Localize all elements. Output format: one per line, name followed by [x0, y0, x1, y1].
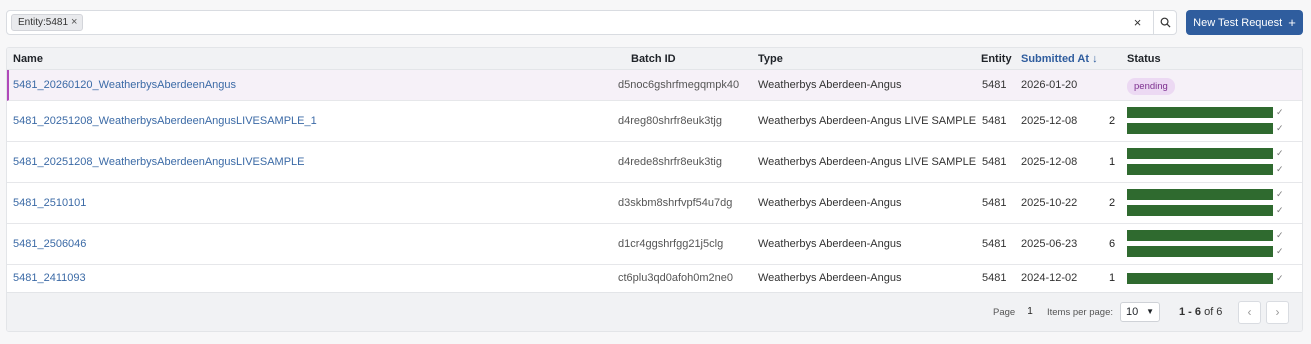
filter-bar[interactable]: Entity:5481 × ×	[6, 10, 1177, 35]
check-icon: ✓	[1276, 230, 1284, 240]
request-name-link[interactable]: 5481_20260120_WeatherbysAberdeenAngus	[13, 79, 236, 91]
entity-cell: 5481	[982, 79, 1007, 91]
clear-filter-button[interactable]: ×	[1129, 14, 1146, 31]
table-body: 5481_20260120_WeatherbysAberdeenAngus d5n…	[7, 70, 1302, 293]
previous-page-button[interactable]: ‹	[1238, 301, 1261, 324]
sample-count: 1	[1109, 272, 1116, 284]
status-progress-bar	[1127, 107, 1273, 118]
entity-cell: 5481	[982, 115, 1007, 127]
sample-count: 2	[1109, 115, 1116, 127]
entity-cell: 5481	[982, 156, 1007, 168]
page-range: 1 - 6 of 6	[1179, 306, 1222, 318]
status-badge: pending	[1127, 78, 1175, 95]
check-icon: ✓	[1276, 164, 1284, 174]
request-name-link[interactable]: 5481_20251208_WeatherbysAberdeenAngusLIV…	[13, 156, 305, 168]
batch-id-cell: d1cr4ggshrfgg21j5clg	[618, 238, 724, 250]
items-per-page-select[interactable]: 10 ▼	[1120, 302, 1160, 322]
chevron-down-icon: ▼	[1146, 307, 1154, 316]
status-progress-bar	[1127, 189, 1273, 200]
new-test-request-button[interactable]: New Test Request +	[1186, 10, 1303, 35]
table-row[interactable]: 5481_2506046 d1cr4ggshrfgg21j5clg Weatherb…	[7, 224, 1302, 265]
column-header-submitted-at[interactable]: Submitted At ↓	[1021, 53, 1098, 65]
check-icon: ✓	[1276, 205, 1284, 215]
column-header-status: Status	[1127, 53, 1161, 65]
table-row[interactable]: 5481_20251208_WeatherbysAberdeenAngusLIV…	[7, 101, 1302, 142]
status-progress-bar	[1127, 230, 1273, 241]
request-name-link[interactable]: 5481_2510101	[13, 197, 86, 209]
check-icon: ✓	[1276, 123, 1284, 133]
status-progress-bar	[1127, 246, 1273, 257]
batch-id-cell: d4rede8shrfr8euk3tig	[618, 156, 722, 168]
test-requests-table: Name Batch ID Type Entity Submitted At ↓…	[6, 47, 1303, 332]
plus-icon: +	[1288, 15, 1296, 30]
range-bold: 1 - 6	[1179, 306, 1202, 318]
submitted-at-label: Submitted At	[1021, 53, 1090, 65]
entity-cell: 5481	[982, 272, 1007, 284]
status-progress-bar	[1127, 273, 1273, 284]
chip-label: Entity:5481	[18, 17, 69, 28]
request-name-link[interactable]: 5481_2506046	[13, 238, 86, 250]
search-button[interactable]	[1153, 11, 1176, 34]
batch-id-cell: d5noc6gshrfmegqmpk40	[618, 79, 740, 91]
column-header-name[interactable]: Name	[13, 53, 43, 65]
check-icon: ✓	[1276, 246, 1284, 256]
check-icon: ✓	[1276, 189, 1284, 199]
items-per-page-label: Items per page:	[1047, 307, 1114, 318]
sample-count: 6	[1109, 238, 1116, 250]
status-progress-bar	[1127, 123, 1273, 134]
request-name-link[interactable]: 5481_20251208_WeatherbysAberdeenAngusLIV…	[13, 115, 317, 127]
submitted-at-cell: 2025-06-23	[1021, 238, 1078, 250]
submitted-at-cell: 2025-12-08	[1021, 156, 1078, 168]
type-cell: Weatherbys Aberdeen-Angus LIVE SAMPLE	[758, 156, 977, 168]
table-header: Name Batch ID Type Entity Submitted At ↓…	[7, 48, 1302, 70]
submitted-at-cell: 2026-01-20	[1021, 79, 1078, 91]
items-per-page-value: 10	[1126, 306, 1139, 318]
column-header-type[interactable]: Type	[758, 53, 783, 65]
pagination-footer: Page 1 Items per page: 10 ▼ 1 - 6 of 6 ‹…	[7, 292, 1302, 331]
request-name-link[interactable]: 5481_2411093	[13, 272, 86, 284]
table-row[interactable]: 5481_20260120_WeatherbysAberdeenAngus d5n…	[7, 70, 1302, 101]
range-total: of 6	[1204, 306, 1223, 318]
table-row[interactable]: 5481_20251208_WeatherbysAberdeenAngusLIV…	[7, 142, 1302, 183]
submitted-at-cell: 2025-10-22	[1021, 197, 1078, 209]
check-icon: ✓	[1276, 107, 1284, 117]
page-number-input[interactable]: 1	[1020, 303, 1040, 321]
next-page-button[interactable]: ›	[1266, 301, 1289, 324]
sample-count: 1	[1109, 156, 1116, 168]
table-row[interactable]: 5481_2411093 ct6plu3qd0afoh0m2ne0 Weatherb…	[7, 265, 1302, 293]
column-header-entity[interactable]: Entity	[981, 53, 1012, 65]
type-cell: Weatherbys Aberdeen-Angus	[758, 272, 902, 284]
submitted-at-cell: 2024-12-02	[1021, 272, 1078, 284]
entity-cell: 5481	[982, 197, 1007, 209]
batch-id-cell: d4reg80shrfr8euk3tjg	[618, 115, 722, 127]
search-icon	[1160, 17, 1171, 28]
status-progress-bar	[1127, 205, 1273, 216]
check-icon: ✓	[1276, 148, 1284, 158]
status-progress-bar	[1127, 164, 1273, 175]
entity-filter-chip: Entity:5481 ×	[11, 14, 84, 31]
sample-count: 2	[1109, 197, 1116, 209]
type-cell: Weatherbys Aberdeen-Angus LIVE SAMPLE	[758, 115, 977, 127]
chip-remove-icon[interactable]: ×	[71, 15, 77, 30]
batch-id-cell: d3skbm8shrfvpf54u7dg	[618, 197, 733, 209]
type-cell: Weatherbys Aberdeen-Angus	[758, 79, 902, 91]
new-test-request-label: New Test Request	[1193, 16, 1283, 29]
check-icon: ✓	[1276, 273, 1284, 283]
page-label: Page	[993, 307, 1016, 318]
type-cell: Weatherbys Aberdeen-Angus	[758, 238, 902, 250]
table-row[interactable]: 5481_2510101 d3skbm8shrfvpf54u7dg Weatherb…	[7, 183, 1302, 224]
sort-descending-icon: ↓	[1092, 53, 1098, 65]
type-cell: Weatherbys Aberdeen-Angus	[758, 197, 902, 209]
status-progress-bar	[1127, 148, 1273, 159]
entity-cell: 5481	[982, 238, 1007, 250]
batch-id-cell: ct6plu3qd0afoh0m2ne0	[618, 272, 733, 284]
submitted-at-cell: 2025-12-08	[1021, 115, 1078, 127]
column-header-batch-id[interactable]: Batch ID	[631, 53, 676, 65]
